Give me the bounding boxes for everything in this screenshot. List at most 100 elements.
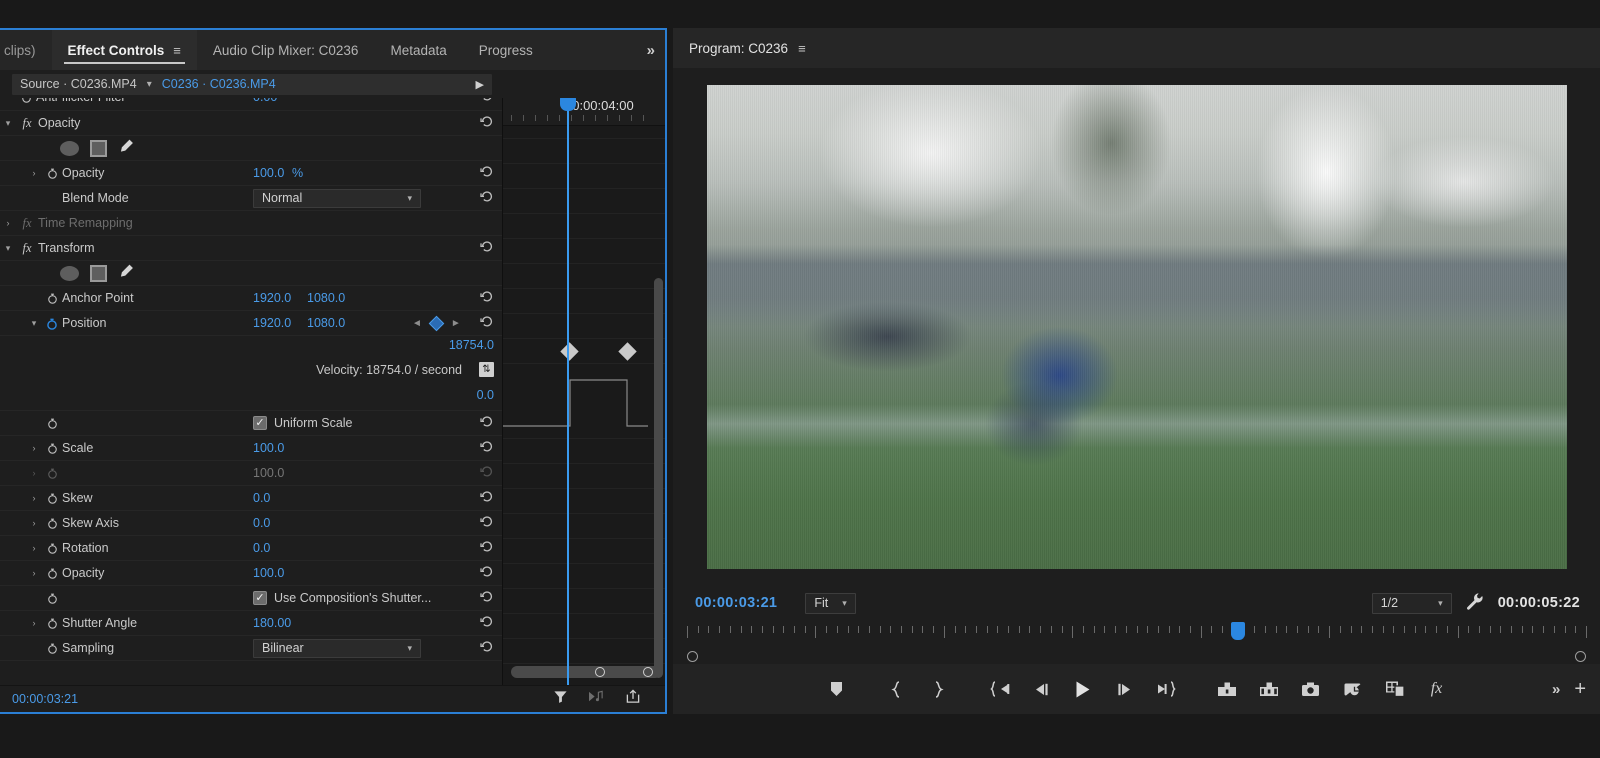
play-stop-button[interactable]: [1062, 669, 1104, 709]
row-opacity-effect[interactable]: ▾ fx Opacity: [0, 111, 502, 136]
row-sampling[interactable]: Sampling Bilinear ▾: [0, 636, 502, 661]
step-back-button[interactable]: [1020, 669, 1062, 709]
keyframe-marker[interactable]: [560, 342, 578, 360]
row-value-y[interactable]: 1080.0: [307, 316, 345, 330]
timeline-playhead[interactable]: [567, 98, 569, 685]
clip-selector[interactable]: Source · C0236.MP4 ▾ C0236 · C0236.MP4 ▶: [12, 74, 492, 95]
row-transform-effect[interactable]: ▾ fx Transform: [0, 236, 502, 261]
panel-menu-icon[interactable]: ≡: [173, 43, 181, 58]
audio-preview-icon[interactable]: [588, 689, 605, 709]
row-value[interactable]: 0.0: [253, 516, 270, 530]
graph-toggle-icon[interactable]: ⇅: [479, 362, 494, 377]
row-blend-mode[interactable]: Blend Mode Normal ▾: [0, 186, 502, 211]
stopwatch-icon[interactable]: [16, 98, 36, 104]
row-opacity-value[interactable]: › Opacity 100.0 %: [0, 161, 502, 186]
tab-progress[interactable]: Progress: [463, 30, 549, 70]
panel-menu-icon[interactable]: ≡: [798, 41, 806, 56]
multi-camera-button[interactable]: [1374, 669, 1416, 709]
row-value[interactable]: 0.00: [253, 98, 277, 104]
program-monitor-title[interactable]: Program: C0236: [673, 41, 788, 56]
row-skew-axis[interactable]: › Skew Axis 0.0: [0, 511, 502, 536]
reset-icon[interactable]: [480, 515, 494, 531]
reset-icon[interactable]: [480, 590, 494, 606]
stopwatch-icon[interactable]: [42, 566, 62, 580]
tab-effect-controls[interactable]: Effect Controls ≡: [52, 30, 197, 70]
add-marker-button[interactable]: [816, 669, 858, 709]
disclosure-icon[interactable]: ›: [26, 493, 42, 503]
row-value[interactable]: 0.0: [253, 491, 270, 505]
row-value[interactable]: 0.0: [253, 541, 270, 555]
row-anchor-point[interactable]: Anchor Point 1920.0 1080.0: [0, 286, 502, 311]
toolbar-overflow-icon[interactable]: »: [1552, 681, 1560, 698]
tab-audio-clip-mixer[interactable]: Audio Clip Mixer: C0236: [197, 30, 375, 70]
reset-icon[interactable]: [480, 165, 494, 181]
row-value[interactable]: 100.0: [253, 166, 284, 180]
stopwatch-icon[interactable]: [42, 641, 62, 655]
tab-clips[interactable]: clips): [0, 30, 52, 70]
row-anti-flicker-filter[interactable]: › Anti-flicker Filter 0.00: [0, 98, 502, 111]
row-value-x[interactable]: 1920.0: [253, 291, 291, 305]
zoom-bar-right-nub[interactable]: [1575, 651, 1586, 662]
reset-icon[interactable]: [480, 540, 494, 556]
next-keyframe-icon[interactable]: ►: [451, 318, 461, 329]
disclosure-icon[interactable]: ›: [26, 568, 42, 578]
reset-icon[interactable]: [480, 240, 494, 256]
row-scale[interactable]: › Scale 100.0: [0, 436, 502, 461]
stopwatch-active-icon[interactable]: [42, 316, 62, 330]
disclosure-open-icon[interactable]: ▾: [0, 243, 16, 254]
sampling-dropdown[interactable]: Bilinear ▾: [253, 639, 421, 658]
effect-controls-timeline[interactable]: 00:00:04:00: [503, 98, 665, 685]
timeline-horizontal-scrollbar[interactable]: [511, 666, 661, 678]
disclosure-open-icon[interactable]: ▾: [26, 318, 42, 329]
playback-resolution-dropdown[interactable]: 1/2 ▾: [1372, 593, 1452, 614]
stopwatch-icon[interactable]: [42, 516, 62, 530]
keyframe-marker[interactable]: [618, 342, 636, 360]
zoom-bar-track[interactable]: [687, 651, 1586, 660]
reset-icon[interactable]: [480, 415, 494, 431]
playhead-icon[interactable]: [560, 98, 576, 111]
ellipse-mask-icon[interactable]: [60, 141, 79, 156]
row-transform-opacity[interactable]: › Opacity 100.0: [0, 561, 502, 586]
previous-keyframe-icon[interactable]: ◄: [412, 318, 422, 329]
velocity-graph[interactable]: [503, 364, 648, 439]
go-to-out-button[interactable]: [1146, 669, 1188, 709]
row-value[interactable]: 100.0: [253, 566, 284, 580]
zoom-bar-left-nub[interactable]: [687, 651, 698, 662]
export-frame-button[interactable]: [1290, 669, 1332, 709]
filter-icon[interactable]: [553, 689, 568, 709]
reset-icon[interactable]: [480, 565, 494, 581]
lift-button[interactable]: [1206, 669, 1248, 709]
disclosure-icon[interactable]: ›: [26, 618, 42, 628]
row-value-x[interactable]: 1920.0: [253, 316, 291, 330]
disclosure-icon[interactable]: ›: [0, 218, 16, 228]
disclosure-icon[interactable]: ›: [26, 543, 42, 553]
row-shutter-angle[interactable]: › Shutter Angle 180.00: [0, 611, 502, 636]
row-rotation[interactable]: › Rotation 0.0: [0, 536, 502, 561]
row-use-composition-shutter[interactable]: ✓ Use Composition's Shutter...: [0, 586, 502, 611]
extract-button[interactable]: [1248, 669, 1290, 709]
reset-icon[interactable]: [480, 290, 494, 306]
zoom-level-dropdown[interactable]: Fit ▾: [805, 593, 855, 614]
wrench-icon[interactable]: [1466, 592, 1484, 615]
mark-in-button[interactable]: [876, 669, 918, 709]
step-forward-button[interactable]: [1104, 669, 1146, 709]
button-editor-icon[interactable]: +: [1574, 678, 1586, 701]
stopwatch-icon[interactable]: [42, 441, 62, 455]
add-keyframe-icon[interactable]: [429, 315, 445, 331]
timeline-ruler[interactable]: 00:00:04:00: [503, 98, 665, 126]
program-monitor-scrubber[interactable]: [673, 620, 1600, 648]
disclosure-open-icon[interactable]: ▾: [0, 118, 16, 129]
timeline-vertical-scrollbar[interactable]: [654, 278, 663, 678]
video-preview[interactable]: [707, 85, 1567, 569]
pen-mask-icon[interactable]: [118, 138, 135, 158]
disclosure-icon[interactable]: ›: [26, 518, 42, 528]
row-skew[interactable]: › Skew 0.0: [0, 486, 502, 511]
stopwatch-icon[interactable]: [42, 166, 62, 180]
reset-icon[interactable]: [480, 190, 494, 206]
effects-button[interactable]: fx: [1416, 669, 1458, 709]
reset-icon[interactable]: [480, 98, 494, 105]
use-composition-shutter-checkbox[interactable]: ✓: [253, 591, 267, 605]
reset-icon[interactable]: [480, 640, 494, 656]
stopwatch-icon[interactable]: [42, 541, 62, 555]
zoom-in-nub[interactable]: [595, 667, 605, 677]
